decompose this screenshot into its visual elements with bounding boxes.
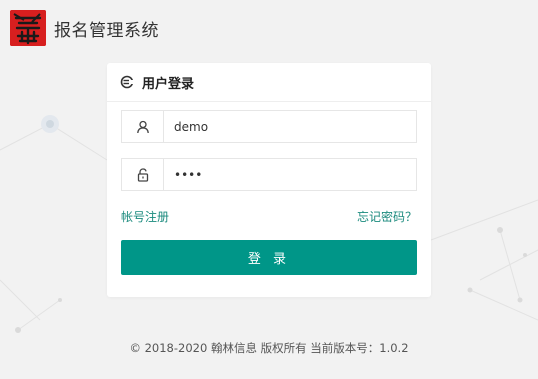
hanlin-seal-logo bbox=[10, 10, 46, 46]
password-field bbox=[121, 158, 417, 191]
user-icon bbox=[122, 111, 164, 142]
password-input[interactable] bbox=[164, 159, 416, 190]
username-field bbox=[121, 110, 417, 143]
footer-copyright: © 2018-2020 翰林信息 版权所有 当前版本号：1.0.2 bbox=[129, 341, 409, 355]
app-title: 报名管理系统 bbox=[54, 20, 159, 41]
register-link[interactable]: 帐号注册 bbox=[121, 208, 169, 225]
username-input[interactable] bbox=[164, 111, 416, 142]
login-icon bbox=[120, 75, 134, 89]
login-card: 用户登录 帐号注册 忘记密码？ 登 录 bbox=[107, 63, 431, 297]
login-button[interactable]: 登 录 bbox=[121, 240, 417, 275]
login-title: 用户登录 bbox=[142, 76, 195, 92]
login-card-header: 用户登录 bbox=[107, 63, 431, 102]
app-header: 报名管理系统 bbox=[10, 8, 159, 48]
lock-icon bbox=[122, 159, 164, 190]
forgot-password-link[interactable]: 忘记密码？ bbox=[357, 208, 417, 225]
